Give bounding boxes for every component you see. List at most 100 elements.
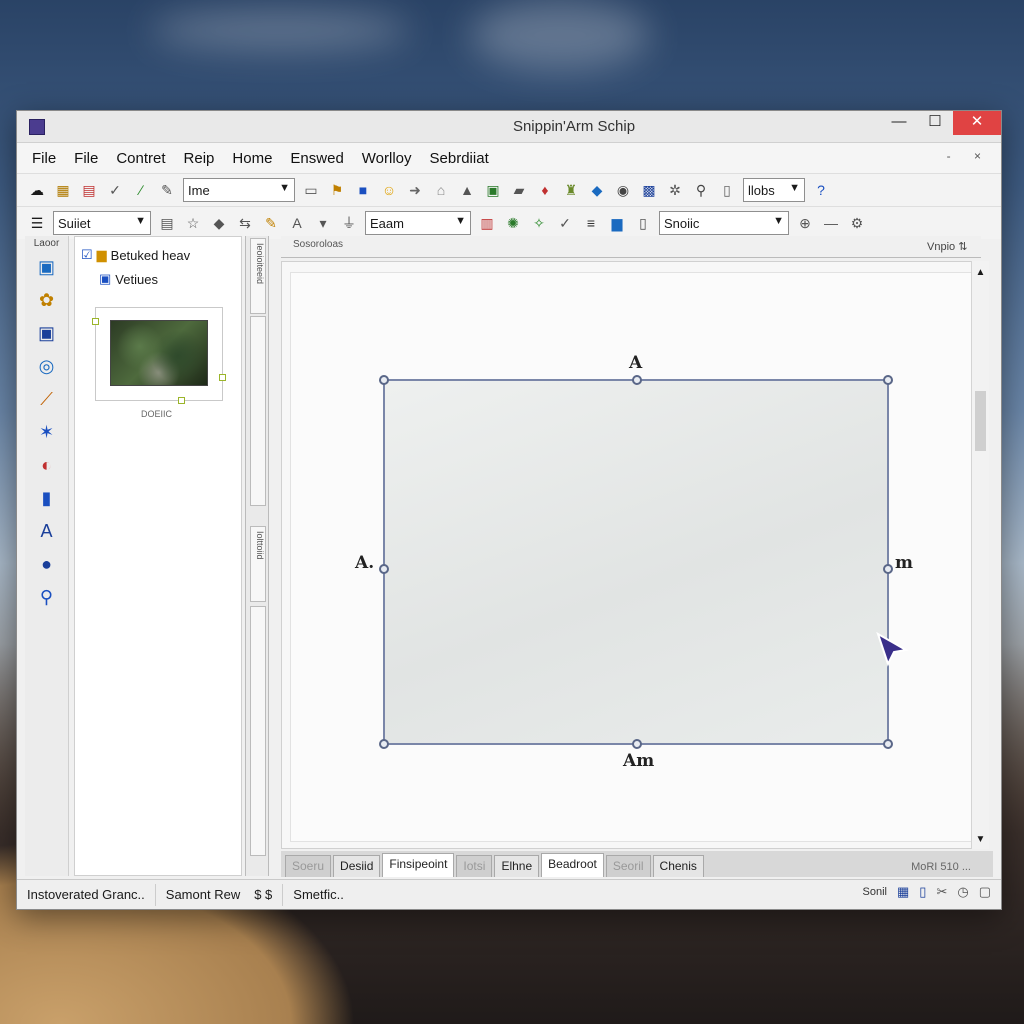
drawing-canvas[interactable]: A A. m Am	[281, 261, 981, 849]
tree-item[interactable]: ☑ ▆ Betuked heav	[81, 243, 241, 267]
dash-icon[interactable]: —	[821, 213, 841, 233]
flag-icon[interactable]: ⚑	[327, 180, 347, 200]
tab-page[interactable]: Finsipeoint	[382, 853, 455, 877]
resize-handle[interactable]	[178, 397, 185, 404]
help-icon[interactable]: ?	[811, 180, 831, 200]
shape-icon[interactable]: ◆	[209, 213, 229, 233]
close-button[interactable]: ✕	[953, 111, 1001, 135]
menu-worlloy[interactable]: Worlloy	[353, 150, 421, 167]
resize-handle[interactable]	[219, 374, 226, 381]
magnifier-icon[interactable]: ⚲	[691, 180, 711, 200]
tools-icon[interactable]: ✂	[936, 884, 947, 900]
menu-file[interactable]: File	[23, 150, 65, 167]
resize-handle[interactable]	[92, 318, 99, 325]
paint-icon[interactable]: ♦	[535, 180, 555, 200]
rectangle-shape[interactable]: A A. m Am	[355, 353, 913, 771]
tool-globe-icon[interactable]: ●	[29, 549, 65, 579]
tool-line-icon[interactable]: ⟋	[29, 384, 65, 414]
clock-icon[interactable]: ◷	[957, 884, 968, 900]
scroll-down-icon[interactable]: ▼	[972, 834, 989, 845]
eraser-icon[interactable]: ▰	[509, 180, 529, 200]
filter-icon[interactable]: ⏚	[339, 213, 359, 233]
globe-icon[interactable]: ✺	[503, 213, 523, 233]
tool-zoom-icon[interactable]: ◎	[29, 351, 65, 381]
grid-icon[interactable]: ▦	[897, 884, 909, 900]
tree-item[interactable]: ▣ Vetiues	[81, 267, 241, 291]
tool-star-icon[interactable]: ✶	[29, 417, 65, 447]
stamp-icon[interactable]: ▲	[457, 180, 477, 200]
monitor-icon[interactable]: ▩	[639, 180, 659, 200]
size-combo[interactable]: llobs ▼	[743, 178, 805, 202]
tool-shapes-icon[interactable]: ✿	[29, 285, 65, 315]
tool-frame-icon[interactable]: ▣	[29, 318, 65, 348]
doc-icon[interactable]: ▯	[633, 213, 653, 233]
style-combo[interactable]: Suiiet ▼	[53, 211, 151, 235]
printer-icon[interactable]: ▤	[79, 180, 99, 200]
tab-page[interactable]: Chenis	[652, 855, 704, 877]
resize-handle-left[interactable]	[379, 564, 389, 574]
bottle-icon[interactable]: ♜	[561, 180, 581, 200]
menu-file-2[interactable]: File	[65, 150, 107, 167]
menu-home[interactable]: Home	[223, 150, 281, 167]
maximize-button[interactable]: ☐	[917, 111, 953, 135]
status-record[interactable]: Samont Rew $ $	[156, 883, 284, 906]
resize-handle-top[interactable]	[632, 375, 642, 385]
tab-page[interactable]: Beadroot	[541, 853, 604, 877]
font-combo[interactable]: Ime ▼	[183, 178, 295, 202]
gear-icon[interactable]: ⚙	[847, 213, 867, 233]
cloud-icon[interactable]: ☁	[27, 180, 47, 200]
arrow-icon[interactable]: ➜	[405, 180, 425, 200]
brush-icon[interactable]: ✎	[157, 180, 177, 200]
tab-page[interactable]: Elhne	[494, 855, 540, 877]
doc-icon[interactable]: ▯	[717, 180, 737, 200]
tool-search-icon[interactable]: ⚲	[29, 582, 65, 612]
lock-icon[interactable]: ⌂	[431, 180, 451, 200]
tab-page[interactable]: Soeru	[285, 855, 332, 877]
scroll-up-icon[interactable]: ▲	[972, 261, 989, 278]
pencil-icon[interactable]: ✎	[261, 213, 281, 233]
connector-icon[interactable]: ⇆	[235, 213, 255, 233]
table-icon[interactable]: ▤	[157, 213, 177, 233]
align-icon[interactable]: ☰	[27, 213, 47, 233]
eye-icon[interactable]: ◉	[613, 180, 633, 200]
menu-restore-close[interactable]: - ×	[947, 149, 991, 163]
tool-curve-icon[interactable]: ◐	[29, 450, 65, 480]
minimize-button[interactable]: —	[881, 111, 917, 135]
pen-icon[interactable]: ∕	[131, 180, 151, 200]
chart-icon[interactable]: ▥	[477, 213, 497, 233]
scroll-thumb[interactable]	[975, 391, 986, 451]
list-icon[interactable]: ≡	[581, 213, 601, 233]
dropdown-icon[interactable]: ▾	[313, 213, 333, 233]
zoom-icon[interactable]: ⊕	[795, 213, 815, 233]
settings-icon[interactable]: ✲	[665, 180, 685, 200]
resize-handle-bottom-right[interactable]	[883, 739, 893, 749]
drawing-page[interactable]: A A. m Am	[290, 272, 972, 842]
resize-handle-bottom[interactable]	[632, 739, 642, 749]
resize-handle-top-right[interactable]	[883, 375, 893, 385]
resize-handle-right[interactable]	[883, 564, 893, 574]
check-icon[interactable]: ✓	[105, 180, 125, 200]
star-icon[interactable]: ☆	[183, 213, 203, 233]
tool-page-icon[interactable]: ▮	[29, 483, 65, 513]
snap-combo[interactable]: Snoiic ▼	[659, 211, 789, 235]
emoji-icon[interactable]: ☺	[379, 180, 399, 200]
vertical-scrollbar[interactable]: ▲ ▼	[971, 261, 989, 849]
page-thumbnail-frame[interactable]	[92, 307, 226, 404]
save-icon[interactable]: ■	[353, 180, 373, 200]
fit-icon[interactable]: ▢	[979, 884, 991, 900]
menu-reip[interactable]: Reip	[175, 150, 224, 167]
resize-handle-top-left[interactable]	[379, 375, 389, 385]
photo-icon[interactable]: ▣	[483, 180, 503, 200]
tab-page[interactable]: Desiid	[333, 855, 381, 877]
tab-page[interactable]: Seoril	[605, 855, 651, 877]
resize-handle-bottom-left[interactable]	[379, 739, 389, 749]
page-thumbnail[interactable]	[110, 320, 208, 386]
folder-icon[interactable]: ▆	[607, 213, 627, 233]
check-icon[interactable]: ✓	[555, 213, 575, 233]
send-icon[interactable]: ◆	[587, 180, 607, 200]
menu-enswed[interactable]: Enswed	[281, 150, 352, 167]
font-combo-2[interactable]: Eaam ▼	[365, 211, 471, 235]
window-icon[interactable]: ▭	[301, 180, 321, 200]
checkbox-icon[interactable]: ☑	[81, 247, 93, 263]
grid-icon[interactable]: ▦	[53, 180, 73, 200]
